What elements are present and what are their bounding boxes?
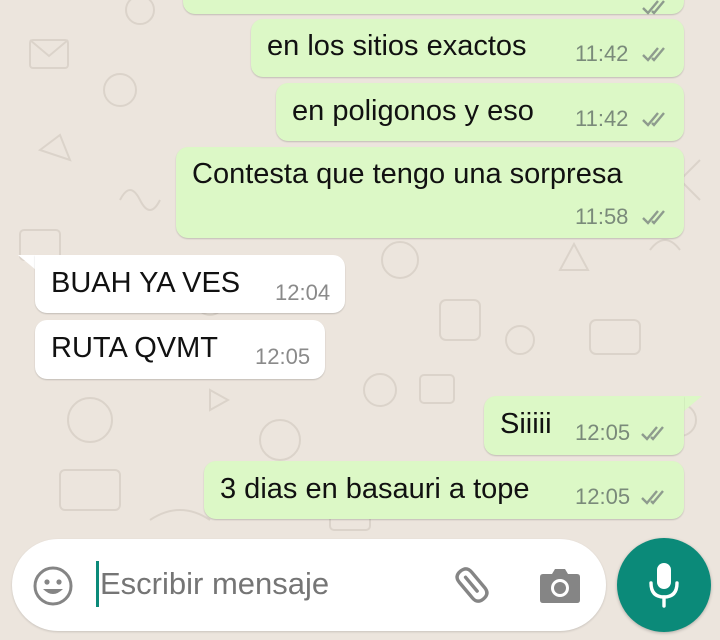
- message-timestamp: 12:04: [275, 280, 331, 305]
- message-timestamp: 12:05: [575, 420, 631, 445]
- message-timestamp: 11:42: [575, 106, 629, 131]
- message-input[interactable]: [100, 559, 430, 609]
- message-bubble-incoming[interactable]: BUAH YA VES 12:04: [35, 255, 345, 313]
- chat-area: en los sitios exactos 11:42 en poligonos…: [0, 0, 720, 640]
- message-bubble-outgoing[interactable]: en los sitios exactos 11:42: [251, 19, 684, 77]
- message-text: Contesta que tengo una sorpresa: [192, 158, 623, 190]
- message-bubble-outgoing[interactable]: [183, 0, 684, 15]
- message-timestamp: 11:58: [575, 204, 629, 229]
- read-double-check-icon: [642, 47, 665, 62]
- read-double-check-icon: [641, 490, 664, 505]
- message-text: RUTA QVMT: [51, 332, 219, 364]
- attach-icon[interactable]: [441, 554, 503, 616]
- message-text: Siiiii: [500, 408, 552, 440]
- message-timestamp: 12:05: [255, 344, 311, 369]
- camera-icon[interactable]: [539, 566, 581, 604]
- text-cursor: [96, 561, 99, 607]
- message-text: 3 dias en basauri a tope: [220, 473, 530, 505]
- message-bubble-outgoing[interactable]: en poligonos y eso 11:42: [276, 83, 684, 141]
- message-bubble-outgoing[interactable]: Siiiii 12:05: [484, 396, 684, 455]
- message-bubble-outgoing[interactable]: 3 dias en basauri a tope 12:05: [204, 461, 684, 519]
- message-timestamp: 11:42: [575, 41, 629, 66]
- message-bubble-incoming[interactable]: RUTA QVMT 12:05: [35, 320, 325, 379]
- read-double-check-icon: [642, 210, 665, 225]
- message-text: en poligonos y eso: [292, 95, 534, 127]
- message-text: BUAH YA VES: [51, 267, 241, 299]
- message-text: en los sitios exactos: [267, 30, 527, 62]
- emoji-icon[interactable]: [32, 565, 74, 607]
- read-double-check-icon: [642, 112, 665, 127]
- read-double-check-icon: [642, 0, 665, 15]
- microphone-icon: [649, 563, 679, 608]
- message-timestamp: 12:05: [575, 484, 631, 509]
- message-composer: [12, 539, 606, 631]
- microphone-button[interactable]: [617, 538, 711, 632]
- message-bubble-outgoing[interactable]: Contesta que tengo una sorpresa 11:58: [176, 147, 684, 238]
- read-double-check-icon: [641, 426, 664, 441]
